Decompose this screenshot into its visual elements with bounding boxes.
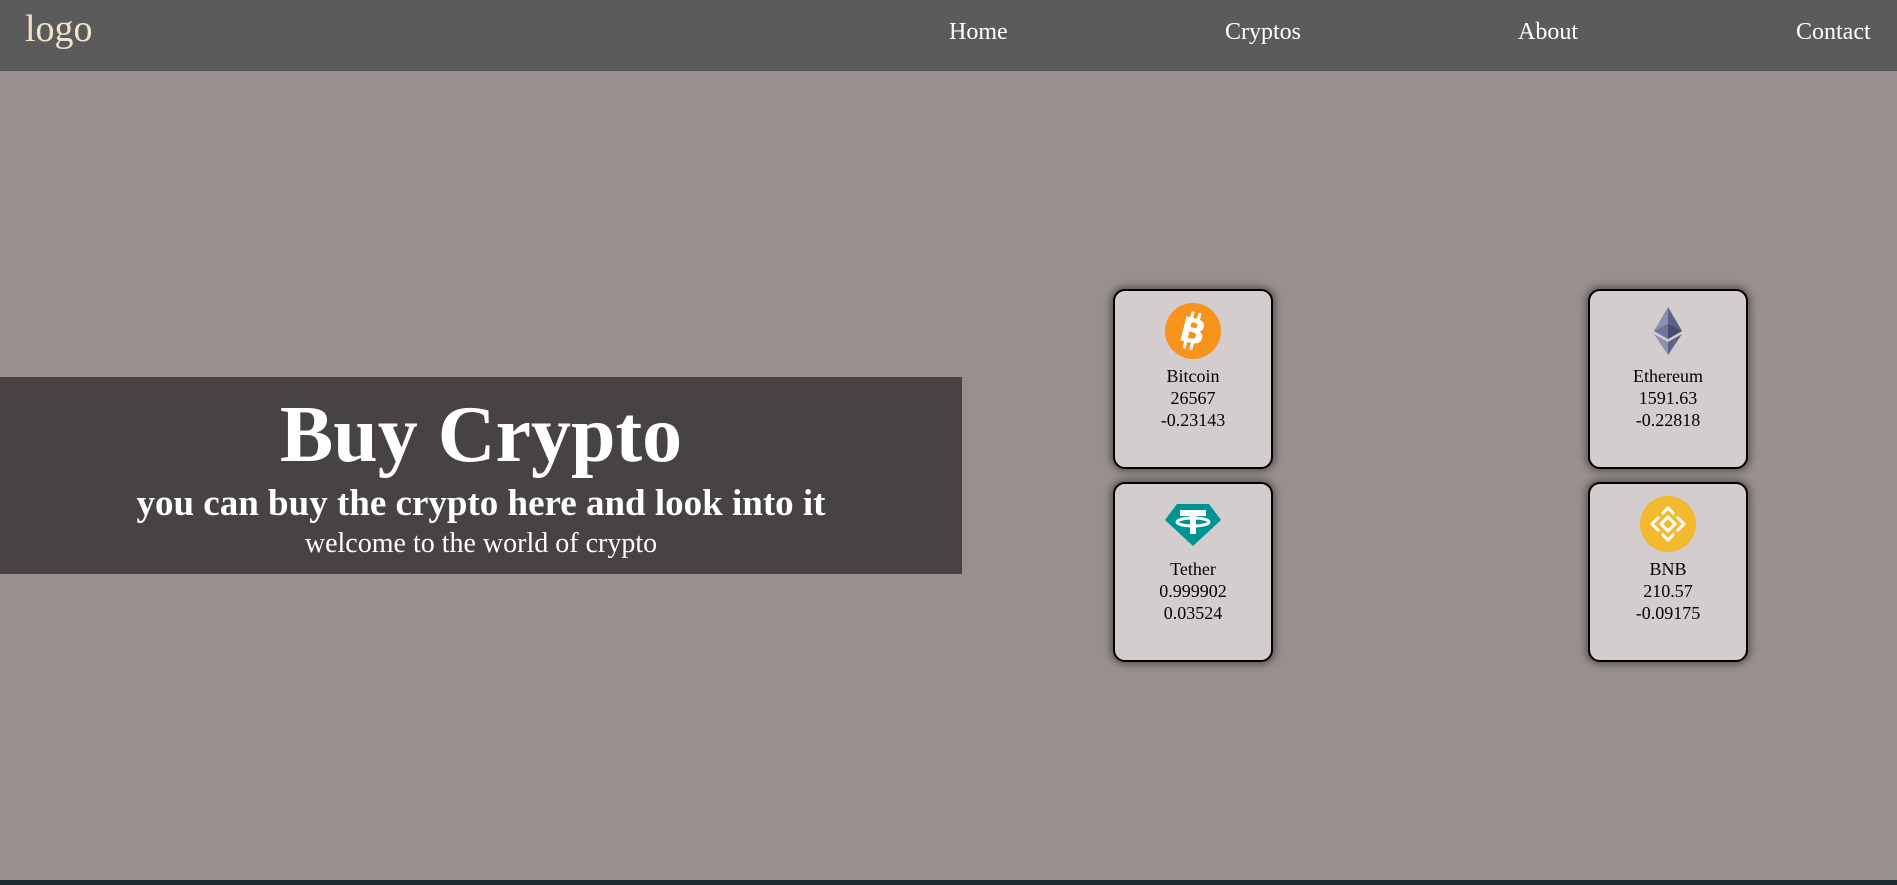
- crypto-card-bitcoin[interactable]: B Bitcoin 26567 -0.23143: [1113, 289, 1273, 469]
- nav-link-cryptos[interactable]: Cryptos: [1225, 20, 1301, 44]
- coin-price: 0.999902: [1159, 581, 1227, 601]
- nav-link-contact[interactable]: Contact: [1796, 20, 1871, 44]
- coin-change: -0.23143: [1160, 410, 1226, 430]
- coin-change: -0.22818: [1635, 410, 1701, 430]
- coin-price: 210.57: [1643, 581, 1693, 601]
- tether-icon: [1165, 496, 1221, 552]
- coin-change: 0.03524: [1163, 603, 1223, 623]
- footer-strip: [0, 880, 1897, 885]
- crypto-card-ethereum[interactable]: Ethereum 1591.63 -0.22818: [1588, 289, 1748, 469]
- coin-price: 26567: [1170, 388, 1216, 408]
- hero-title: Buy Crypto: [279, 391, 683, 479]
- navbar: logo Home Cryptos About Contact: [0, 0, 1897, 71]
- logo-link[interactable]: logo: [25, 10, 93, 48]
- coin-name: Ethereum: [1633, 366, 1703, 386]
- bitcoin-icon: B: [1165, 303, 1221, 359]
- hero-tagline: welcome to the world of crypto: [304, 528, 658, 559]
- nav-link-home[interactable]: Home: [949, 20, 1008, 44]
- coin-name: BNB: [1649, 559, 1687, 579]
- nav-link-about[interactable]: About: [1518, 20, 1578, 44]
- coin-name: Bitcoin: [1166, 366, 1220, 386]
- coin-change: -0.09175: [1635, 603, 1701, 623]
- crypto-card-bnb[interactable]: BNB 210.57 -0.09175: [1588, 482, 1748, 662]
- bnb-icon: [1640, 496, 1696, 552]
- coin-name: Tether: [1170, 559, 1216, 579]
- ethereum-icon: [1640, 303, 1696, 359]
- crypto-card-tether[interactable]: Tether 0.999902 0.03524: [1113, 482, 1273, 662]
- coin-price: 1591.63: [1638, 388, 1698, 408]
- hero-subtitle: you can buy the crypto here and look int…: [136, 483, 826, 524]
- hero-banner: Buy Crypto you can buy the crypto here a…: [0, 377, 962, 574]
